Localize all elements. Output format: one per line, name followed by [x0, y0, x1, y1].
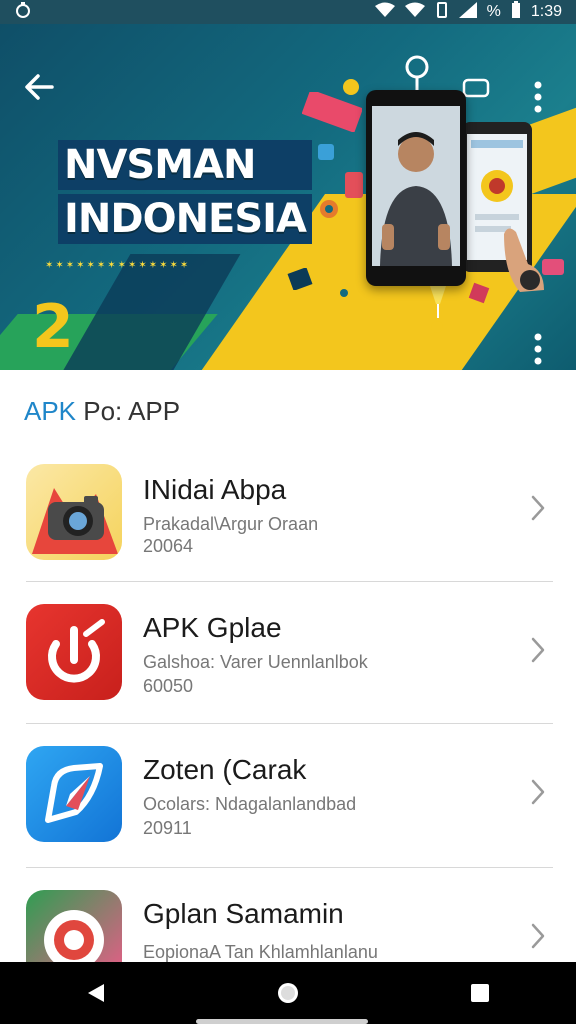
chat-icon	[462, 78, 490, 98]
dot-icon	[431, 321, 443, 333]
chevron-right-icon	[531, 637, 545, 663]
pin2-icon	[430, 286, 446, 318]
compass-icon	[26, 746, 122, 842]
chevron-right-icon	[531, 779, 545, 805]
square-icon	[318, 144, 334, 160]
banner-title: NVSMAN INDONESIA	[58, 140, 313, 248]
app-number: 20911	[143, 818, 192, 838]
phone-screen-presenter	[372, 106, 460, 266]
hand-image	[504, 228, 544, 292]
more-options-button-secondary[interactable]	[532, 332, 544, 370]
back-button[interactable]	[22, 70, 56, 104]
battery-icon	[511, 0, 521, 24]
nav-back-button[interactable]	[76, 973, 116, 1013]
back-arrow-icon	[25, 74, 54, 100]
vibrate-icon	[435, 1, 449, 23]
more-vertical-icon	[534, 81, 542, 113]
flag-icon	[345, 172, 363, 198]
nav-recents-icon	[471, 984, 489, 1002]
app-number: 20064	[143, 536, 194, 556]
cell-signal-icon	[458, 1, 477, 23]
banner-title-line: INDONESIA	[58, 194, 313, 244]
chevron-right-icon	[531, 923, 545, 949]
list-item[interactable]: Zoten (Carak Ocolars: Ndagalanlandbad 20…	[0, 724, 576, 866]
section-header: APK Po: APP	[24, 396, 180, 427]
power-icon	[26, 604, 122, 700]
battery-label: %	[486, 3, 501, 20]
status-bar: % 1:39	[0, 0, 576, 24]
badge-icon	[343, 79, 359, 95]
section-header-text: Po: APP	[76, 396, 181, 426]
hero-banner: NVSMAN INDONESIA ✶✶✶✶✶✶✶✶✶✶✶✶✶✶ 2	[0, 24, 576, 370]
keyboard-icon	[302, 92, 362, 132]
app-title: Gplan Samamin	[143, 898, 344, 929]
app-subtitle: EopionaA Tan Khlamhlanlanu	[143, 942, 378, 962]
app-subtitle: Ocolars: Ndagalanlandbad	[143, 794, 357, 814]
app-subtitle: Prakadal\Argur Oraan	[143, 514, 319, 534]
app-number: 60050	[143, 676, 194, 696]
nav-home-icon	[278, 983, 298, 1003]
section-header-accent: APK	[24, 396, 77, 426]
gear-icon	[320, 200, 338, 218]
banner-dots: ✶✶✶✶✶✶✶✶✶✶✶✶✶✶	[45, 260, 191, 271]
banner-number: 2	[32, 292, 74, 362]
cube-icon	[287, 268, 313, 290]
list-item[interactable]: INidai Abpa Prakadal\Argur Oraan 20064	[0, 440, 576, 582]
banner-title-line: NVSMAN	[58, 140, 313, 190]
nav-home-button[interactable]	[268, 973, 308, 1013]
app-subtitle: Galshoa: Varer Uennlanlbok	[143, 652, 368, 672]
app-title: APK Gplae	[143, 612, 282, 643]
banner-stripe	[49, 254, 241, 370]
signal-wifi-icon	[404, 2, 425, 23]
nav-back-icon	[88, 984, 104, 1002]
presenter-image	[372, 106, 460, 266]
navigation-bar	[0, 962, 576, 1024]
more-vertical-icon	[534, 333, 542, 365]
nav-recents-button[interactable]	[460, 973, 500, 1013]
chevron-right-icon	[531, 495, 545, 521]
phone-mockup	[366, 90, 466, 286]
chip-icon	[468, 282, 490, 304]
wifi-icon	[374, 2, 395, 23]
more-options-button[interactable]	[532, 80, 544, 119]
app-title: INidai Abpa	[143, 474, 287, 505]
app-title: Zoten (Carak	[143, 754, 307, 785]
camera-small-icon	[334, 284, 354, 302]
home-indicator	[196, 1019, 368, 1024]
status-time: 1:39	[530, 3, 562, 20]
list-item[interactable]: APK Gplae Galshoa: Varer Uennlanlbok 600…	[0, 582, 576, 724]
notification-icon	[14, 1, 32, 24]
camera-icon	[26, 464, 122, 560]
